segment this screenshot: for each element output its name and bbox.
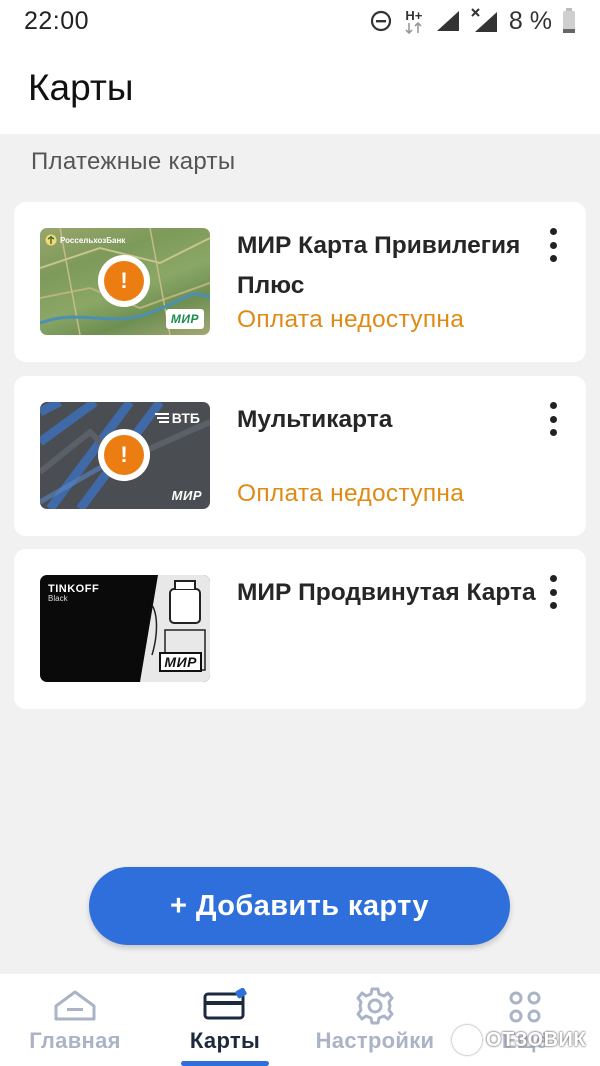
warning-icon: ! [104,261,144,301]
vtb-logo: ВТБ [154,410,200,426]
card-status: Оплата недоступна [237,480,465,507]
signal-no-service-icon [471,8,499,34]
rshb-logo: РоссельхозБанк [45,234,125,246]
mir-logo: МИР [165,309,204,329]
section-title: Платежные карты [31,148,236,175]
nav-item-cards[interactable]: Карты [150,974,300,1066]
nav-label-home: Главная [29,1028,121,1053]
bank-logo-subtext: Black [48,594,68,604]
card-image-vtb: ВТБ ! МИР [40,402,210,509]
signal-icon [435,9,461,33]
card-name: Мультикарта [237,406,393,433]
battery-icon [562,8,576,34]
nav-label-cards: Карты [189,1028,261,1053]
tinkoff-logo: TINKOFF Black [48,583,99,604]
nav-item-settings[interactable]: Настройки [300,974,450,1066]
card-item-tinkoff[interactable]: TINKOFF Black МИР МИР Продвинутая Карта [14,549,586,709]
data-arrows-icon: H+ [403,9,425,34]
gear-icon [355,986,395,1031]
app-bar: Карты [0,42,600,134]
warning-icon: ! [104,435,144,475]
card-item-vtb[interactable]: ВТБ ! МИР Мультикарта Оплата недоступна [14,376,586,536]
card-image-tinkoff: TINKOFF Black МИР [40,575,210,682]
card-more-icon[interactable] [542,228,564,262]
watermark: ОТЗОВИК [452,1022,586,1058]
warning-badge: ! [98,429,150,481]
dnd-icon [369,9,393,33]
add-card-button[interactable]: + Добавить карту [89,867,510,945]
card-more-icon[interactable] [542,402,564,436]
rshb-logo-icon [45,234,57,246]
warning-badge: ! [98,255,150,307]
status-icons: H+ 8 % [369,7,576,36]
status-time: 22:00 [24,6,90,35]
card-item-rshb[interactable]: РоссельхозБанк ! МИР МИР Карта Привилеги… [14,202,586,362]
watermark-logo-icon [452,1025,482,1055]
card-more-icon[interactable] [542,575,564,609]
nav-item-home[interactable]: Главная [0,974,150,1066]
wallet-screen: 22:00 H+ 8 % Карты Платежные карты Россе… [0,0,600,1066]
home-icon [53,988,97,1027]
cards-icon [202,987,248,1027]
status-bar: 22:00 H+ 8 % [0,0,600,42]
card-name: МИР Продвинутая Карта [237,579,536,606]
card-status: Оплата недоступна [237,306,465,333]
network-type-label: H+ [405,7,423,23]
page-title: Карты [28,67,134,108]
bank-logo-text: РоссельхозБанк [60,235,126,245]
mir-label: МИР [170,312,199,326]
bank-logo-text: ВТБ [171,410,200,426]
mir-label: МИР [171,488,202,503]
nav-label-settings: Настройки [315,1028,435,1053]
mir-label: МИР [159,652,202,672]
card-name: МИР Карта Привилегия Плюс [237,232,521,299]
vtb-logo-icon [154,413,169,423]
watermark-text: ОТЗОВИК [486,1028,587,1051]
nav-active-indicator [181,1061,269,1066]
card-image-rshb: РоссельхозБанк ! МИР [40,228,210,335]
battery-percent: 8 % [508,6,552,35]
